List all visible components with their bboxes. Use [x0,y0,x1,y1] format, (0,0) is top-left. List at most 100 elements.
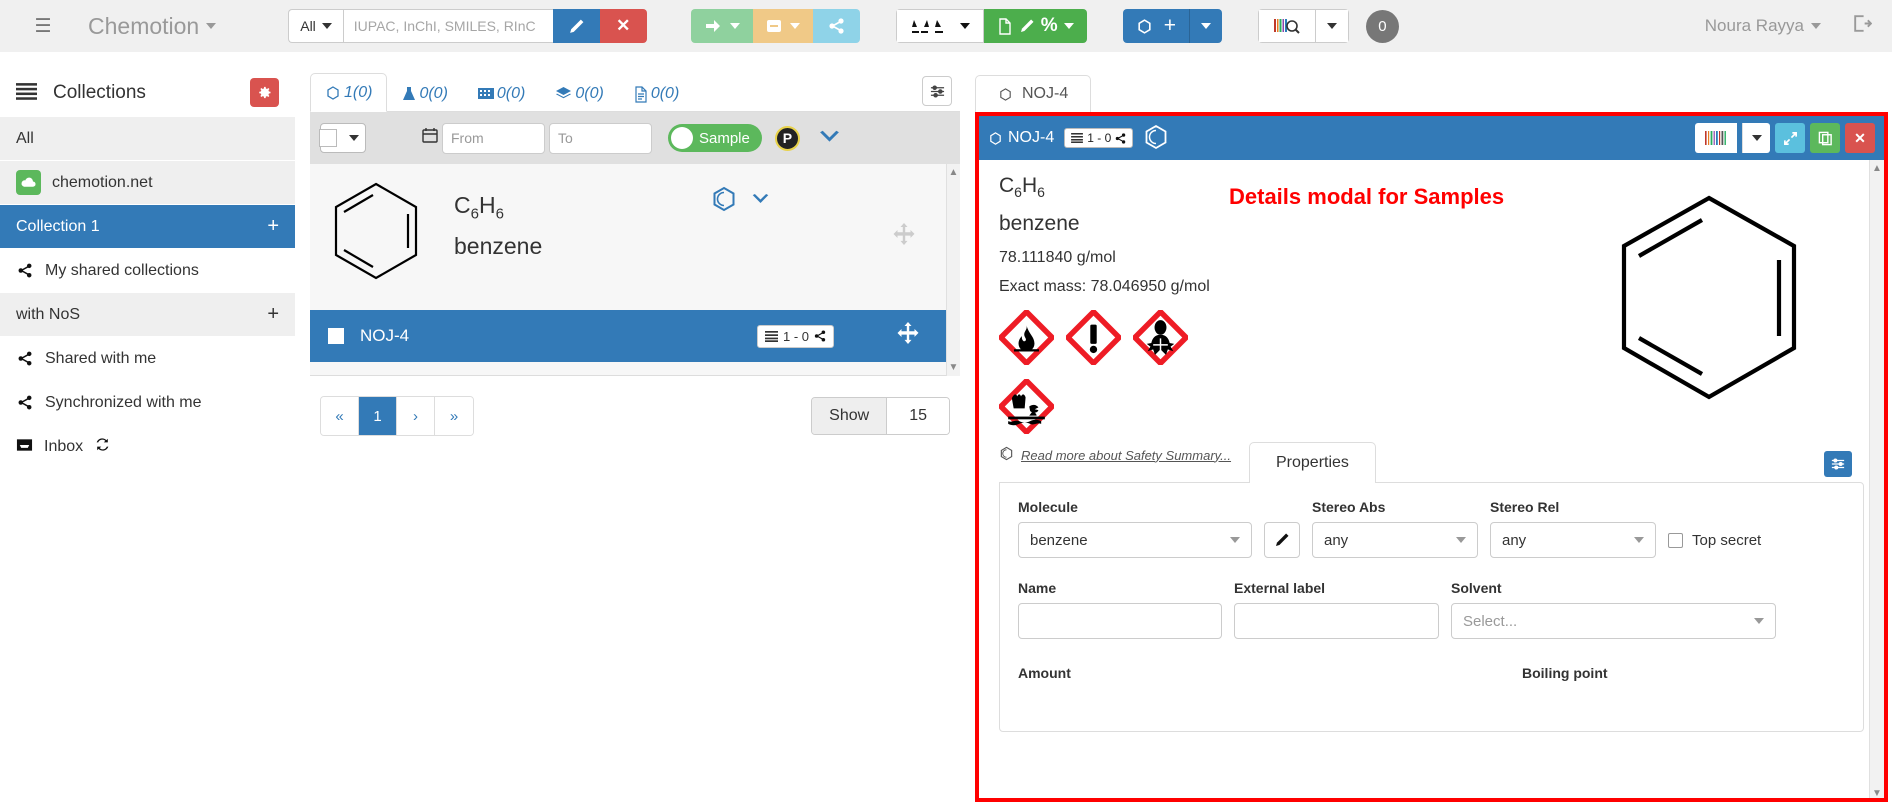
chevron-down-icon[interactable] [818,125,841,151]
name-field-group: Name [1018,580,1222,640]
percent-icon: % [1040,15,1058,36]
barcode-scan-button[interactable] [1257,9,1316,43]
remove-from-button[interactable] [752,9,813,43]
sidebar-item-my-shared-collections[interactable]: My shared collections [0,249,295,293]
show-value[interactable]: 15 [886,398,949,434]
sidebar-item-chemotion-net[interactable]: chemotion.net [0,161,295,205]
page-size-selector[interactable]: Show 15 [811,397,950,435]
search-scope-dropdown[interactable]: All [288,9,343,43]
tab-wellplates[interactable]: 0(0) [463,74,540,112]
chevron-down-icon [1230,537,1240,544]
plus-icon[interactable]: + [267,215,279,238]
create-dropdown-button[interactable] [1188,9,1222,43]
scroll-up-arrow[interactable]: ▲ [947,164,960,178]
sidebar-item-inbox[interactable]: Inbox [0,425,295,469]
brand-menu[interactable]: Chemotion [88,12,217,40]
expand-button[interactable] [1775,123,1805,153]
modal-scrollbar[interactable]: ▲ ▼ [1869,160,1884,798]
tab-samples[interactable]: 1(0) [310,73,388,112]
list-scrollbar[interactable]: ▲ ▼ [946,164,960,376]
row-checkbox[interactable] [328,328,344,344]
page-next-button[interactable]: › [397,397,435,435]
page-last-button[interactable]: » [435,397,473,435]
sign-out-icon[interactable] [1851,13,1873,40]
tab-screens[interactable]: 0(0) [540,74,618,112]
sidebar-item-all[interactable]: All [0,117,295,161]
move-icon[interactable] [896,321,920,351]
report-button[interactable]: % [983,9,1087,43]
scroll-down-arrow[interactable]: ▼ [947,362,960,373]
filter-settings-button[interactable] [922,76,952,106]
sidebar-item-collection-1[interactable]: Collection 1 + [0,205,295,249]
date-to-input[interactable] [549,122,652,154]
properties-panel: Molecule benzene Stereo Abs any Stereo R… [999,482,1864,733]
stereo-abs-select[interactable]: any [1312,522,1478,559]
molecule-edit-button[interactable] [1264,522,1300,559]
solvent-field-group: Solvent Select... [1451,580,1776,640]
hexagon-outline-icon[interactable] [1143,124,1169,153]
date-from-input[interactable] [442,122,545,154]
tab-research-plans[interactable]: 0(0) [619,74,694,112]
barcode-icon[interactable] [1695,123,1737,153]
search-clear-button[interactable]: ✕ [599,9,647,43]
import-export-button[interactable] [895,9,984,43]
name-label: Name [1018,580,1057,597]
page-1-button[interactable]: 1 [359,397,397,435]
solvent-select[interactable]: Select... [1451,603,1776,640]
modal-analyses-chip[interactable]: 1 - 0 [1064,128,1134,148]
sidebar-item-with-nos[interactable]: with NoS + [0,293,295,337]
top-secret-checkbox-group[interactable]: Top secret [1668,532,1761,549]
create-sample-button[interactable]: + [1122,9,1189,43]
sidebar-item-shared-with-me[interactable]: Shared with me [0,337,295,381]
molecule-select[interactable]: benzene [1018,522,1252,559]
sliders-icon[interactable] [1824,451,1852,478]
barcode-dropdown-button[interactable] [1742,123,1770,153]
sample-type-toggle[interactable]: Sample [668,124,762,152]
stereo-abs-field-group: Stereo Abs any [1312,499,1478,559]
refresh-icon[interactable] [94,436,111,458]
share-button[interactable] [812,9,860,43]
plus-icon[interactable]: + [267,303,279,326]
tab-detail-noj4[interactable]: NOJ-4 [975,75,1092,112]
brand-label: Chemotion [88,12,200,39]
select-all-dropdown[interactable] [319,123,366,153]
chevron-down-icon [321,23,332,29]
page-first-button[interactable]: « [321,397,359,435]
scroll-down-arrow[interactable]: ▼ [1870,788,1884,798]
close-button[interactable]: ✕ [1845,123,1875,153]
move-to-button[interactable] [690,9,753,43]
sidebar-item-synchronized-with-me[interactable]: Synchronized with me [0,381,295,425]
checkbox-icon[interactable] [1668,533,1683,549]
move-icon[interactable] [892,222,916,252]
external-label-input[interactable] [1234,603,1439,640]
stereo-rel-field-group: Stereo Rel any [1490,499,1656,559]
tab-reactions[interactable]: 0(0) [387,74,462,112]
search-input[interactable] [342,9,553,43]
chevron-down-icon [959,23,970,29]
modal-chip-count: 1 - 0 [1087,131,1112,145]
list-item-benzene[interactable]: C6H6 benzene [310,164,960,310]
chevron-down-icon[interactable] [751,193,770,209]
modal-title-label: NOJ-4 [1008,129,1055,146]
middle-panel: 1(0) 0(0) 0(0) 0(0) 0(0) From To Sample … [310,66,960,486]
tab-properties[interactable]: Properties [1249,442,1376,484]
create-group: + [1122,9,1222,43]
top-secret-label: Top secret [1692,532,1762,550]
name-input[interactable] [1018,603,1222,640]
scroll-up-arrow[interactable]: ▲ [1870,160,1884,174]
hexagon-icon[interactable] [711,186,737,215]
analyses-chip[interactable]: 1 - 0 [756,324,834,348]
hamburger-menu-icon[interactable]: ☰ [28,11,58,41]
chevron-down-icon [1811,23,1821,29]
top-navbar: ☰ Chemotion All ✕ [0,0,1892,52]
search-edit-button[interactable] [552,9,600,43]
stereo-rel-select[interactable]: any [1490,522,1656,559]
copy-button[interactable] [1810,123,1840,153]
chevron-down-icon [1634,537,1644,544]
hexagon-outline-icon [999,446,1014,464]
user-menu[interactable]: Noura Rayya [1705,16,1821,36]
scan-dropdown-button[interactable] [1315,9,1349,43]
collections-settings-button[interactable] [250,78,279,107]
list-item-selected-noj4[interactable]: NOJ-4 1 - 0 [310,310,960,362]
product-filter-badge[interactable]: P [774,125,800,151]
